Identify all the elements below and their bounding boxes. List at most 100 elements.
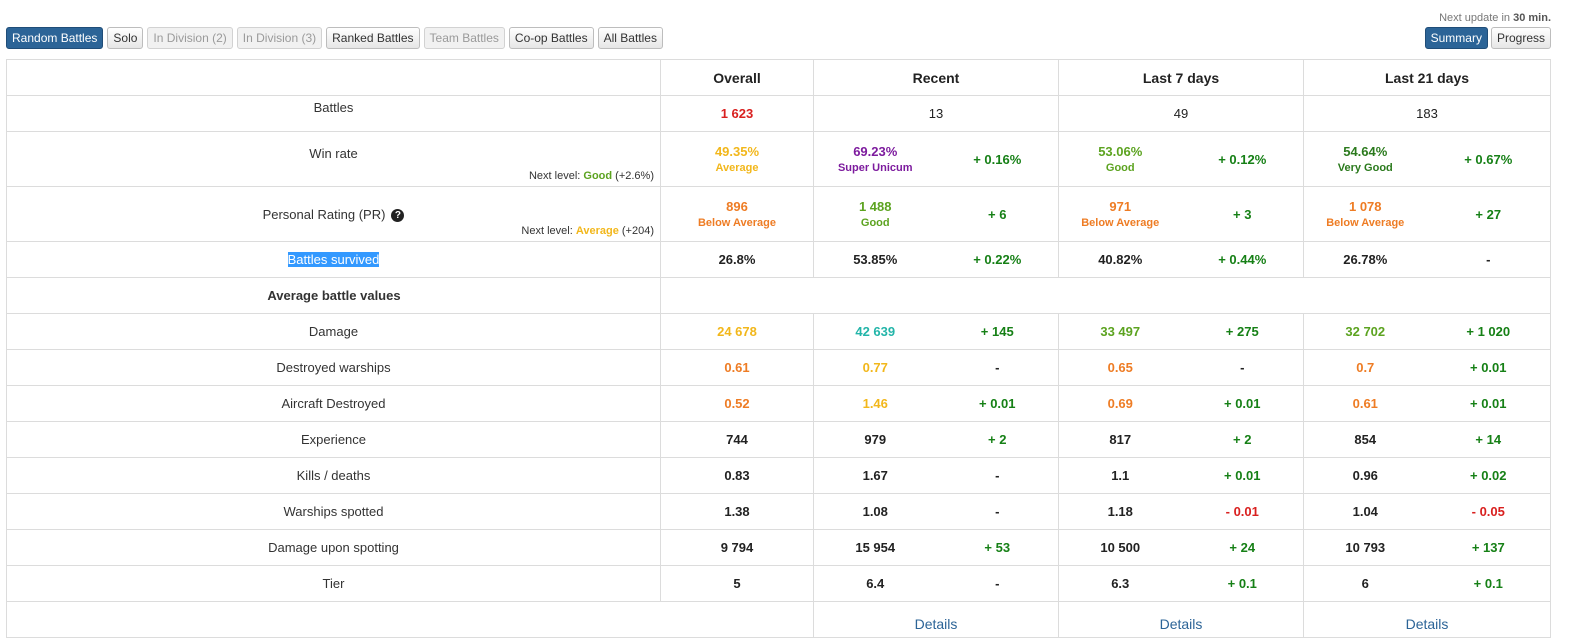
winrate-next-level: Next level: Good (+2.6%)	[529, 170, 654, 182]
pr-last21: 1 078	[1348, 199, 1382, 214]
experience-recent-delta: + 2	[988, 432, 1007, 447]
pr-last21-tier: Below Average	[1326, 217, 1405, 229]
pr-next-prefix: Next level:	[521, 225, 573, 237]
filter-all-battles[interactable]: All Battles	[597, 27, 663, 49]
survived-last21: 26.78%	[1343, 252, 1388, 267]
spotted-last21: 1.04	[1352, 504, 1378, 519]
aircraft-last21: 0.61	[1352, 396, 1378, 411]
details-last7-link[interactable]: Details	[1160, 616, 1203, 632]
aircraft-destroyed-label: Aircraft Destroyed	[281, 396, 386, 411]
header-recent: Recent	[813, 59, 1059, 96]
avg-section-title: Average battle values	[267, 288, 401, 303]
damage-last7: 33 497	[1100, 324, 1141, 339]
winrate-next-delta: (+2.6%)	[615, 170, 654, 182]
avg-section-row: Average battle values	[6, 277, 1552, 314]
damage-recent-delta: + 145	[980, 324, 1014, 339]
kd-last7: 1.1	[1111, 468, 1130, 483]
question-circle-icon[interactable]: ?	[391, 208, 405, 222]
winrate-overall: 49.35%	[714, 144, 760, 159]
view-progress-button[interactable]: Progress	[1490, 27, 1551, 49]
spotdmg-last21-delta: + 137	[1471, 540, 1505, 555]
filter-solo[interactable]: Solo	[107, 27, 144, 49]
damage-spotting-label: Damage upon spotting	[268, 540, 399, 555]
spotted-overall: 1.38	[724, 504, 750, 519]
details-row: Details Details Details	[6, 601, 1552, 638]
aircraft-recent-delta: + 0.01	[978, 396, 1016, 411]
warships-spotted-label: Warships spotted	[283, 504, 384, 519]
tier-last7: 6.3	[1111, 576, 1130, 591]
winrate-last21: 54.64%	[1343, 144, 1388, 159]
next-update-note: Next update in 30 min.	[1439, 12, 1551, 24]
winrate-last7-delta: + 0.12%	[1218, 151, 1267, 167]
table-row: Tier 5 6.4 - 6.3 + 0.1 6 + 0.1	[6, 565, 1552, 602]
spotdmg-overall: 9 794	[720, 540, 754, 555]
damage-last7-delta: + 275	[1225, 324, 1259, 339]
pr-next-level: Next level: Average (+204)	[521, 225, 654, 237]
survived-last21-delta: -	[1486, 252, 1491, 267]
battles-row: Battles 1 623 13 49 183	[6, 95, 1552, 132]
tier-last7-delta: + 0.1	[1227, 576, 1257, 591]
aircraft-last7: 0.69	[1107, 396, 1133, 411]
pr-overall: 896	[726, 199, 748, 214]
spotted-last7: 1.18	[1107, 504, 1133, 519]
destroyed-warships-label: Destroyed warships	[276, 360, 391, 375]
table-row: Damage upon spotting 9 794 15 954 + 53 1…	[6, 529, 1552, 566]
tier-overall: 5	[733, 576, 741, 591]
spotted-last7-delta: - 0.01	[1225, 504, 1259, 519]
survived-overall: 26.8%	[718, 252, 756, 267]
pr-recent-tier: Good	[860, 217, 890, 229]
pr-row: Personal Rating (PR)? Next level: Averag…	[6, 186, 1552, 242]
kd-overall: 0.83	[724, 468, 750, 483]
header-overall: Overall	[660, 59, 814, 96]
details-last21-link[interactable]: Details	[1406, 616, 1449, 632]
view-switch: Summary Progress	[1424, 27, 1551, 49]
avg-section-empty	[659, 277, 1552, 314]
kd-recent-delta: -	[995, 468, 1000, 483]
tier-recent-delta: -	[995, 576, 1000, 591]
header-row: Overall Recent Last 7 days Last 21 days	[6, 59, 1552, 96]
header-last-7-days: Last 7 days	[1057, 59, 1305, 96]
destroyed-last7: 0.65	[1107, 360, 1133, 375]
details-recent-link[interactable]: Details	[915, 616, 958, 632]
survived-last7: 40.82%	[1098, 252, 1143, 267]
stats-table: Overall Recent Last 7 days Last 21 days …	[6, 59, 1552, 638]
filter-random-battles[interactable]: Random Battles	[6, 27, 104, 49]
battles-overall: 1 623	[720, 106, 754, 121]
pr-last21-delta: + 27	[1475, 206, 1502, 222]
experience-last21: 854	[1354, 432, 1377, 447]
table-row: Warships spotted 1.38 1.08 - 1.18 - 0.01…	[6, 493, 1552, 530]
filter-ranked-battles[interactable]: Ranked Battles	[326, 27, 420, 49]
winrate-next-tier: Good	[583, 170, 613, 182]
filter-division-3[interactable]: In Division (3)	[236, 27, 323, 49]
spotted-last21-delta: - 0.05	[1471, 504, 1505, 519]
destroyed-last7-delta: -	[1240, 360, 1245, 375]
kd-last21-delta: + 0.02	[1470, 468, 1507, 483]
survived-recent-delta: + 0.22%	[973, 252, 1022, 267]
view-summary-button[interactable]: Summary	[1424, 27, 1488, 49]
filter-team-battles[interactable]: Team Battles	[423, 27, 505, 49]
tier-label: Tier	[322, 576, 345, 591]
pr-label-cell: Personal Rating (PR)? Next level: Averag…	[6, 186, 661, 242]
destroyed-overall: 0.61	[724, 360, 750, 375]
destroyed-recent: 0.77	[862, 360, 888, 375]
spotdmg-recent-delta: + 53	[984, 540, 1011, 555]
experience-last7-delta: + 2	[1233, 432, 1252, 447]
kd-recent: 1.67	[862, 468, 888, 483]
spotted-recent: 1.08	[862, 504, 888, 519]
winrate-last7: 53.06%	[1098, 144, 1143, 159]
aircraft-overall: 0.52	[724, 396, 750, 411]
survived-recent: 53.85%	[853, 252, 898, 267]
aircraft-last7-delta: + 0.01	[1224, 396, 1261, 411]
aircraft-recent: 1.46	[862, 396, 888, 411]
table-row: Kills / deaths 0.83 1.67 - 1.1 + 0.01 0.…	[6, 457, 1552, 494]
damage-last21: 32 702	[1345, 324, 1386, 339]
table-row: Experience 744 979 + 2 817 + 2 854 + 14	[6, 421, 1552, 458]
damage-recent: 42 639	[855, 324, 896, 339]
winrate-overall-tier: Average	[715, 162, 759, 174]
details-empty	[6, 601, 814, 638]
filter-coop-battles[interactable]: Co-op Battles	[508, 27, 594, 49]
kills-deaths-label: Kills / deaths	[296, 468, 371, 483]
battles-label-cell: Battles	[6, 95, 661, 132]
filter-division-2[interactable]: In Division (2)	[147, 27, 233, 49]
spotted-recent-delta: -	[995, 504, 1000, 519]
